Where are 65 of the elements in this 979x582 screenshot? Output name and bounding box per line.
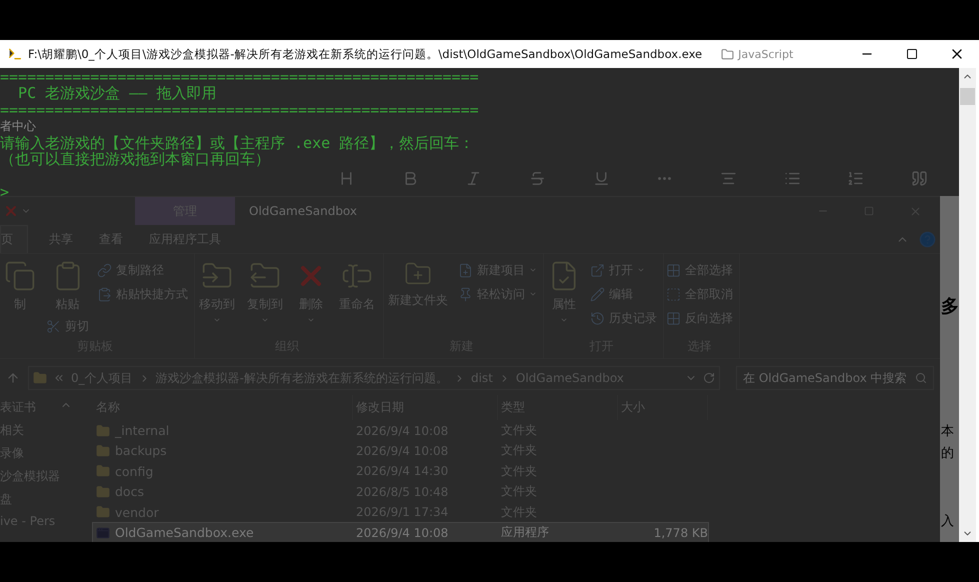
scrollbar[interactable]: [959, 68, 976, 542]
search-field[interactable]: 在 OldGameSandbox 中搜索: [736, 366, 934, 390]
underline-icon[interactable]: [592, 170, 610, 187]
dashed-grid-icon: [666, 286, 681, 302]
folder-icon: [96, 444, 110, 458]
prompt-symbol: >: [0, 184, 10, 200]
delete-icon[interactable]: [3, 203, 19, 219]
console-text: PC 老游戏沙盒 —— 拖入即用: [17, 85, 216, 102]
strikethrough-icon[interactable]: [528, 170, 546, 187]
align-icon[interactable]: [720, 170, 737, 187]
separator-line: =====================================================: [0, 69, 479, 86]
background-text: 者中心: [0, 118, 36, 135]
console-app-icon: [7, 46, 23, 62]
pin-icon: [458, 286, 473, 302]
separator-line: =====================================================: [0, 102, 479, 118]
link-icon: [97, 262, 112, 278]
scissors-icon: [46, 318, 61, 334]
caret-icon: [560, 316, 568, 324]
caret-icon: [307, 316, 315, 324]
folder-icon: [96, 505, 110, 520]
background-text: 多: [941, 296, 959, 318]
grid-icon: [666, 262, 681, 278]
app-icon: [96, 526, 110, 540]
help-icon[interactable]: [919, 230, 936, 248]
new-item-icon: [458, 262, 473, 278]
folder-icon: [96, 484, 110, 499]
console-text: 请输入老游戏的【文件夹路径】或【主程序 .exe 路径】，然后回车：: [0, 134, 474, 152]
file-row[interactable]: OldGameSandbox.exe 2026/9/4 10:08 应用程序 1,778 KB: [93, 522, 708, 542]
background-text: 本: [941, 424, 954, 440]
list-icon[interactable]: [784, 170, 801, 187]
background-text: 的: [941, 446, 954, 462]
maximize-icon: [864, 206, 874, 216]
table-cell-text: 1,778 KB: [652, 526, 708, 540]
refresh-icon[interactable]: [703, 372, 715, 384]
search-icon: [915, 372, 927, 384]
file-name: OldGameSandbox.exe: [115, 525, 254, 540]
pencil-icon: [590, 286, 605, 302]
caret-icon: [529, 266, 537, 274]
paste-icon: [97, 286, 112, 302]
background-text: 入: [941, 514, 954, 530]
console-text: （也可以直接把游戏拖到本窗口再回车）: [0, 151, 270, 168]
folder-icon: [721, 48, 734, 60]
caret-icon: [213, 316, 221, 324]
folder-icon: [96, 464, 110, 478]
scroll-thumb[interactable]: [960, 88, 975, 105]
caret-icon: [637, 266, 645, 274]
folder-icon: [96, 424, 110, 438]
window-title: F:\胡耀鹏\0_个人项目\游戏沙盒模拟器-解决所有老游戏在新系统的运行问题。\dist\OldGameSandbox\OldGameSandbox.exe: [28, 46, 702, 62]
folder-icon: [33, 371, 47, 385]
bookmark-link[interactable]: JavaScript: [721, 48, 794, 60]
numbered-list-icon[interactable]: [847, 170, 864, 187]
maximize-icon: [906, 48, 918, 60]
table-cell-text: 应用程序: [500, 524, 550, 542]
caret-icon: [529, 290, 537, 298]
up-icon[interactable]: [6, 371, 20, 385]
quote-icon[interactable]: [910, 170, 928, 187]
copy-icon: [4, 260, 36, 292]
caret-icon: [261, 316, 269, 324]
grid-icon: [666, 310, 681, 326]
table-cell-text: 2026/9/4 10:08: [355, 526, 450, 540]
history-icon: [590, 310, 605, 326]
explorer-title: OldGameSandbox: [248, 203, 358, 220]
close-icon: [908, 204, 922, 218]
open-icon: [590, 262, 605, 278]
chevrons-icon: [53, 372, 65, 384]
